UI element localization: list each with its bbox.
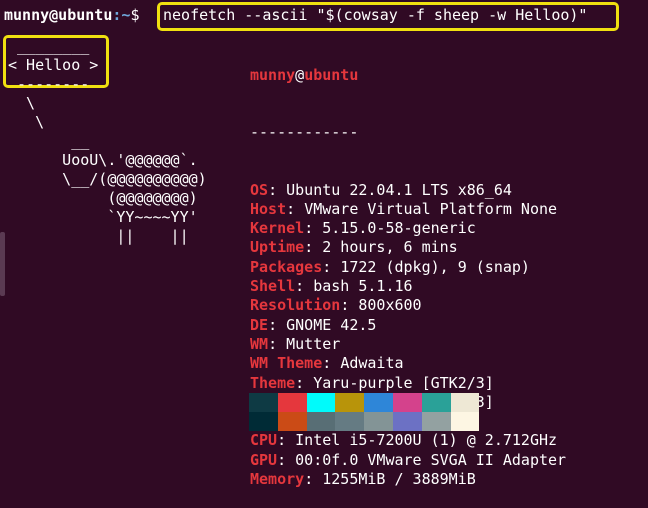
- palette-row-1: [249, 393, 480, 412]
- info-value: Mutter: [286, 334, 341, 353]
- cowsay-ascii-art: ________ < Helloo > -------- \ \ __ UooU…: [8, 37, 207, 245]
- palette-swatch: [392, 412, 422, 431]
- info-line: Kernel: 5.15.0-58-generic: [250, 219, 476, 238]
- info-value: GNOME 42.5: [286, 315, 377, 334]
- command-text[interactable]: neofetch --ascii "$(cowsay -f sheep -w H…: [163, 6, 587, 25]
- info-value: 5.15.0-58-generic: [322, 219, 476, 238]
- palette-row-2: [249, 412, 480, 431]
- info-line: OS: Ubuntu 22.04.1 LTS x86_64: [250, 180, 512, 199]
- info-line: WM Theme: Adwaita: [250, 354, 404, 373]
- info-lines: OS: Ubuntu 22.04.1 LTS x86_64 Host: VMwar…: [250, 181, 566, 490]
- palette-swatch: [249, 393, 278, 412]
- info-key: WM: [250, 334, 269, 353]
- info-key: CPU: [250, 431, 278, 450]
- palette-swatch: [306, 393, 336, 412]
- info-line: Resolution: 800x600: [250, 296, 422, 315]
- info-key: GPU: [250, 450, 278, 469]
- info-value: Intel i5-7200U (1) @ 2.712GHz: [295, 431, 558, 450]
- info-line: Memory: 1255MiB / 3889MiB: [250, 470, 476, 489]
- info-line: DE: GNOME 42.5: [250, 315, 377, 334]
- prompt-user-host: munny@ubuntu: [4, 6, 113, 24]
- info-key: Uptime: [250, 238, 305, 257]
- system-info-panel: munny@ubuntu ------------ OS: Ubuntu 22.…: [250, 28, 566, 508]
- info-line: GPU: 00:0f.0 VMware SVGA II Adapter: [250, 450, 567, 469]
- info-value: Yaru-purple [GTK2/3]: [313, 373, 494, 392]
- info-line: CPU: Intel i5-7200U (1) @ 2.712GHz: [250, 431, 558, 450]
- info-key: OS: [250, 180, 269, 199]
- palette-swatch: [364, 393, 393, 412]
- info-value: Ubuntu 22.04.1 LTS x86_64: [286, 180, 512, 199]
- info-line: Shell: bash 5.1.16: [250, 277, 413, 296]
- info-key: Resolution: [250, 296, 341, 315]
- palette-swatch: [277, 412, 307, 431]
- header-at: @: [295, 66, 305, 84]
- color-palette: [249, 393, 480, 431]
- palette-swatch: [450, 393, 480, 412]
- info-line: Packages: 1722 (dpkg), 9 (snap): [250, 257, 530, 276]
- palette-swatch: [421, 393, 451, 412]
- scrollbar[interactable]: [0, 232, 5, 296]
- info-value: bash 5.1.16: [313, 277, 413, 296]
- info-value: 00:0f.0 VMware SVGA II Adapter: [295, 450, 567, 469]
- info-key: Shell: [250, 277, 296, 296]
- palette-swatch: [364, 412, 393, 431]
- info-value: 2 hours, 6 mins: [322, 238, 458, 257]
- info-value: Adwaita: [340, 354, 404, 373]
- palette-swatch: [249, 412, 278, 431]
- prompt: munny@ubuntu:~$: [4, 6, 149, 25]
- header-host: ubuntu: [304, 66, 359, 84]
- palette-swatch: [335, 393, 365, 412]
- info-key: Theme: [250, 373, 296, 392]
- prompt-symbol: $: [130, 6, 149, 24]
- info-value: 800x600: [358, 296, 422, 315]
- info-line: Uptime: 2 hours, 6 mins: [250, 238, 458, 257]
- palette-swatch: [392, 393, 422, 412]
- info-value: 1722 (dpkg), 9 (snap): [340, 257, 530, 276]
- prompt-path: :~: [112, 6, 131, 24]
- info-key: DE: [250, 315, 269, 334]
- info-line: WM: Mutter: [250, 334, 341, 353]
- info-key: Host: [250, 199, 287, 218]
- palette-swatch: [450, 412, 480, 431]
- palette-swatch: [421, 412, 451, 431]
- info-value: VMware Virtual Platform None: [304, 199, 558, 218]
- info-key: WM Theme: [250, 354, 323, 373]
- palette-swatch: [335, 412, 365, 431]
- palette-swatch: [277, 393, 307, 412]
- info-header: munny@ubuntu: [250, 66, 566, 85]
- info-key: Memory: [250, 470, 305, 489]
- palette-swatch: [306, 412, 336, 431]
- info-separator: ------------: [250, 123, 359, 142]
- info-key: Packages: [250, 257, 323, 276]
- info-line: Host: VMware Virtual Platform None: [250, 199, 558, 218]
- info-key: Kernel: [250, 219, 305, 238]
- info-line: Theme: Yaru-purple [GTK2/3]: [250, 373, 494, 392]
- header-user: munny: [250, 66, 296, 84]
- info-value: 1255MiB / 3889MiB: [322, 470, 476, 489]
